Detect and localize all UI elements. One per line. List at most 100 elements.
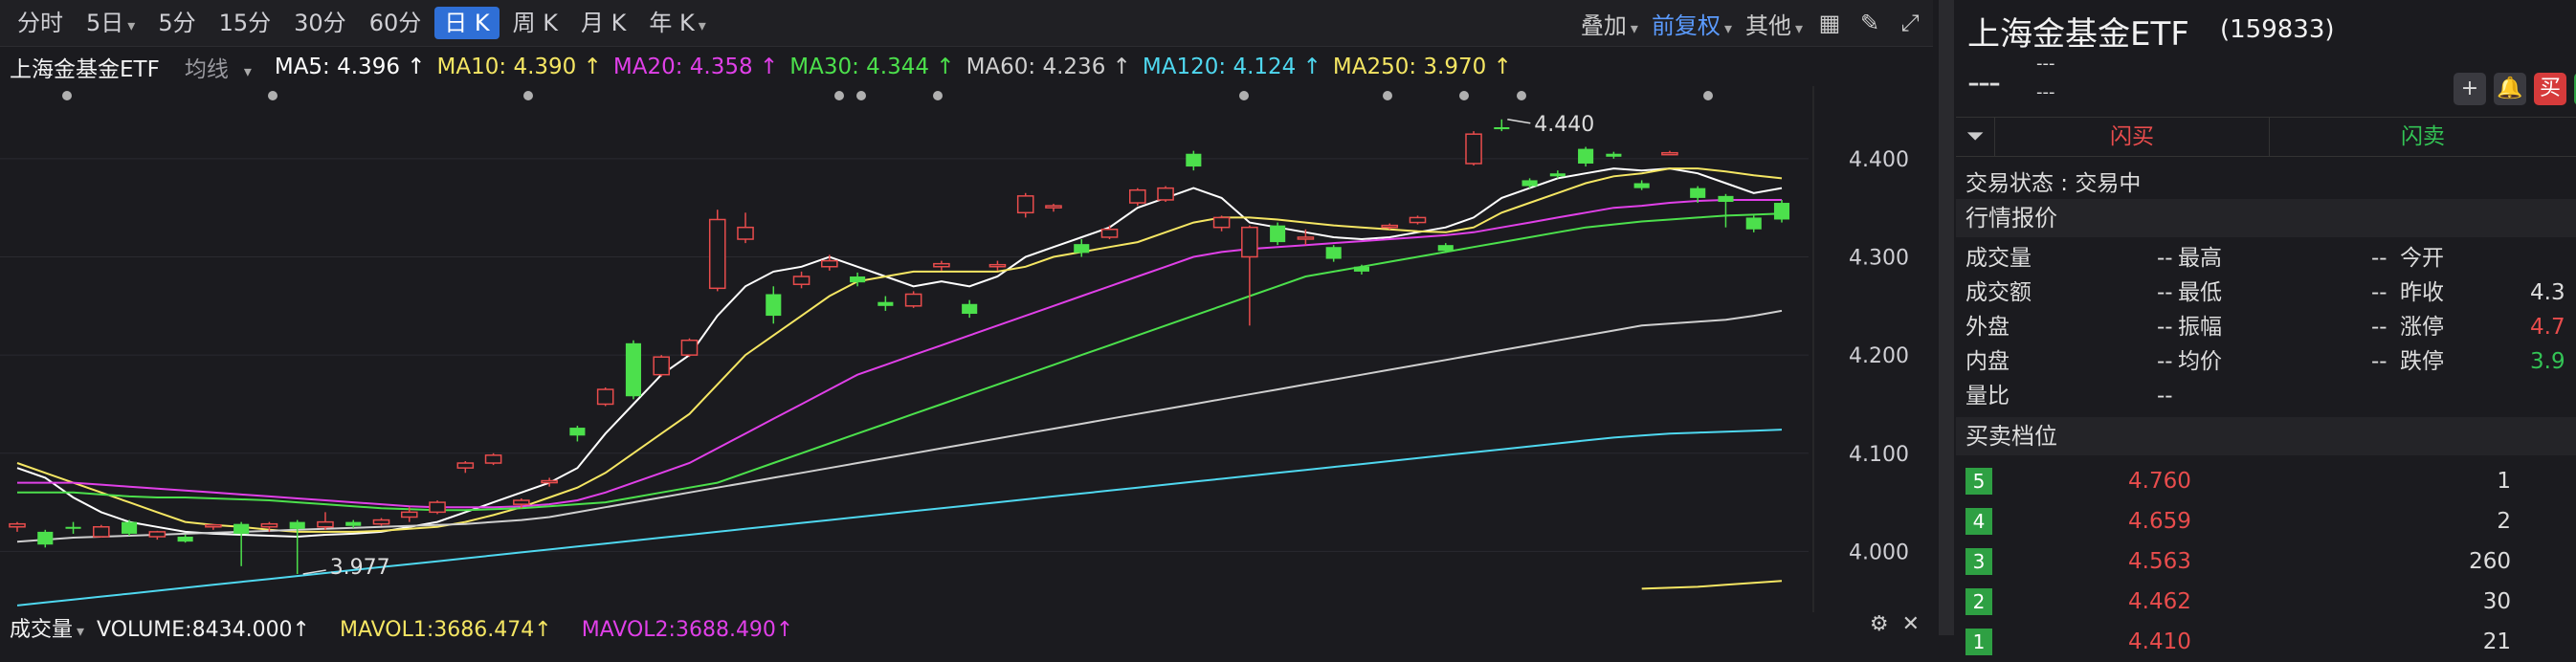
quick-actions: + 🔔 买 卖 — [2454, 73, 2576, 105]
period-tab-label: 年 K — [649, 10, 695, 36]
toolbar-right: 叠加 ▾ 前复权 ▾ 其他 ▾ ▦ ✎ ⤢ — [1581, 0, 1923, 46]
close-icon[interactable]: ✕ — [1902, 612, 1920, 636]
period-tab[interactable]: 分时 — [8, 7, 73, 39]
candle-body — [596, 388, 614, 406]
event-marker-dot — [1703, 91, 1713, 100]
candle-body — [429, 501, 446, 514]
period-tab[interactable]: 60分 — [360, 7, 432, 39]
event-marker-dot — [1383, 91, 1392, 100]
line-type-dropdown[interactable]: 均线 ▾ — [185, 51, 263, 83]
candle-body — [1578, 148, 1594, 164]
event-marker-dot — [856, 91, 866, 100]
overlay-label: 叠加 — [1580, 11, 1627, 39]
quote-value: 4.7 — [2530, 315, 2565, 340]
candle-body — [1128, 188, 1146, 204]
quote-label: 最高 — [2178, 246, 2222, 271]
period-tab[interactable]: 日 K — [434, 7, 500, 39]
candle-body — [1773, 203, 1790, 220]
period-tab-label: 60分 — [368, 10, 422, 36]
flash-buy-button[interactable]: 闪买 — [1994, 118, 2270, 156]
quote-label: 涨停 — [2400, 315, 2444, 340]
price-change: --- — [2036, 54, 2055, 74]
level-volume: 21 — [2482, 629, 2511, 654]
period-tab[interactable]: 30分 — [284, 7, 356, 39]
order-level-row[interactable]: 5 4.760 1 — [1965, 461, 2576, 501]
period-tabs: 分时 5日 ▾ 5分 15分 30分 60分日 K周 K月 K年 K ▾ — [0, 7, 720, 39]
candle-body — [1074, 244, 1090, 254]
ma-legend-item: MA10: 4.390 ↑ — [436, 55, 602, 79]
volume-indicator-dropdown[interactable]: 成交量 ▾ — [10, 618, 84, 642]
security-code: (159833) — [2220, 15, 2335, 44]
event-marker-dot — [523, 91, 533, 100]
order-level-row[interactable]: 1 4.410 21 — [1965, 622, 2576, 662]
other-menu[interactable]: 其他 ▾ — [1745, 7, 1803, 40]
grid-layout-icon[interactable]: ▦ — [1816, 10, 1843, 36]
alert-bell-button[interactable]: 🔔 — [2494, 73, 2526, 105]
flash-sell-button[interactable]: 闪卖 — [2270, 118, 2576, 156]
candle-body — [1270, 225, 1286, 243]
chart-background — [0, 86, 1933, 612]
period-tab[interactable]: 月 K — [571, 7, 635, 39]
security-title: 上海金基金ETF — [1967, 15, 2189, 54]
quote-section-header: 行情报价 — [1956, 199, 2576, 237]
quote-row: 内盘 -- 均价 -- 跌停 3.9 — [1965, 344, 2576, 379]
quote-value: -- — [2157, 349, 2173, 374]
candle-body — [1745, 217, 1762, 230]
collapse-chevron-icon[interactable]: ⏷ — [1956, 118, 1994, 156]
stock-name: 上海金基金ETF — [10, 57, 160, 82]
candle-body — [148, 531, 167, 538]
quote-label: 量比 — [1965, 384, 2010, 408]
quote-value: -- — [2157, 246, 2173, 271]
period-tab[interactable]: 15分 — [210, 7, 281, 39]
level-volume: 1 — [2497, 469, 2511, 494]
candle-body — [1212, 216, 1231, 229]
candle-body — [65, 526, 81, 529]
flash-trade-row: ⏷ 闪买 闪卖 — [1956, 117, 2576, 157]
quote-value: -- — [2371, 246, 2387, 271]
line-type-label: 均线 — [184, 57, 229, 82]
quote-value: -- — [2157, 384, 2173, 408]
candlestick-chart[interactable]: 4.400 4.300 4.200 4.100 4.000 4.440 3.977 — [0, 86, 1933, 612]
chevron-down-icon: ▾ — [77, 622, 85, 640]
quote-row: 量比 -- — [1965, 379, 2576, 413]
level-price: 4.659 — [2128, 509, 2191, 534]
candle-body — [289, 521, 305, 529]
level-volume: 30 — [2482, 589, 2511, 614]
fullscreen-icon[interactable]: ⤢ — [1897, 10, 1923, 36]
candle-body — [513, 499, 530, 505]
adjust-menu[interactable]: 前复权 ▾ — [1652, 7, 1732, 40]
panel-divider[interactable] — [1939, 0, 1954, 635]
quote-table: 成交量 -- 最高 -- 今开 成交额 -- 最低 -- 昨收 4.3 外盘 -- 振幅 -- 涨停 4.7 内盘… — [1965, 241, 2576, 413]
gear-icon[interactable]: ⚙ — [1870, 612, 1889, 636]
quote-panel: 上海金基金ETF (159833) --- --- --- + 🔔 买 卖 ⏷ … — [1956, 0, 2576, 655]
candle-body — [962, 303, 978, 315]
adjust-label: 前复权 — [1651, 11, 1721, 39]
level-volume: 2 — [2497, 509, 2511, 534]
order-level-row[interactable]: 2 4.462 30 — [1965, 582, 2576, 622]
chevron-down-icon: ▾ — [698, 16, 706, 34]
quote-label: 振幅 — [2178, 315, 2222, 340]
add-watchlist-button[interactable]: + — [2454, 73, 2486, 105]
candle-body — [821, 259, 838, 268]
period-tab[interactable]: 5日 ▾ — [77, 7, 144, 39]
order-level-row[interactable]: 3 4.563 260 — [1965, 541, 2576, 582]
ma-legend-item: MA250: 3.970 ↑ — [1332, 55, 1512, 79]
period-tab[interactable]: 年 K ▾ — [639, 7, 715, 39]
order-level-row[interactable]: 4 4.659 2 — [1965, 501, 2576, 541]
draw-pen-icon[interactable]: ✎ — [1856, 10, 1883, 36]
candle-body — [9, 522, 26, 528]
y-tick-label: 4.200 — [1849, 344, 1909, 368]
buy-button[interactable]: 买 — [2534, 73, 2566, 105]
overlay-menu[interactable]: 叠加 ▾ — [1581, 7, 1638, 40]
quote-value: -- — [2371, 315, 2387, 340]
candle-body — [1409, 216, 1427, 224]
level-number-badge: 2 — [1965, 588, 1992, 615]
price-change-pct: --- — [2036, 82, 2055, 102]
period-tab[interactable]: 5分 — [148, 7, 205, 39]
candle-body — [877, 301, 894, 306]
event-marker-dot — [1517, 91, 1526, 100]
candle-body — [1465, 133, 1482, 165]
period-tab[interactable]: 周 K — [503, 7, 567, 39]
candle-body — [792, 276, 811, 285]
candle-body — [456, 462, 475, 469]
